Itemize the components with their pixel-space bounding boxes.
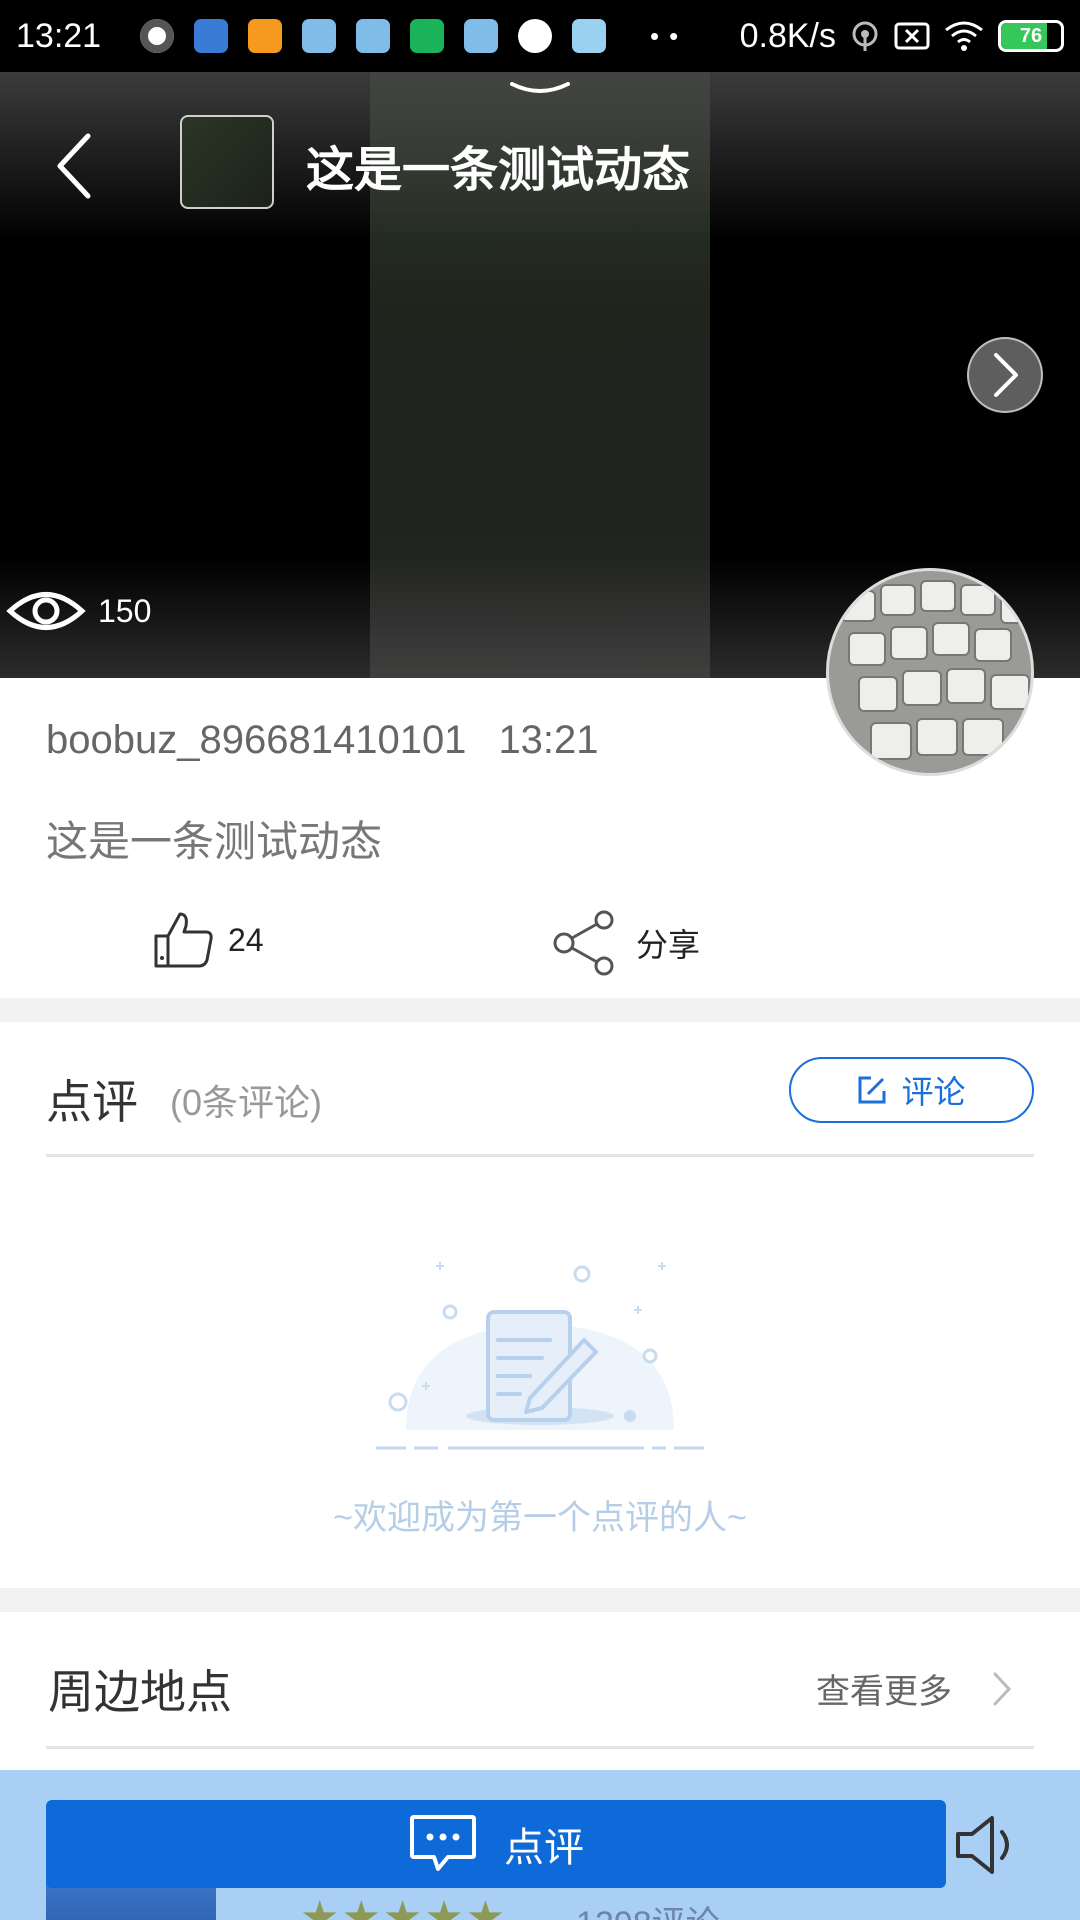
chevron-right-icon xyxy=(993,1672,1012,1705)
empty-reviews-text: ~欢迎成为第一个点评的人~ xyxy=(333,1499,747,1537)
status-time: 13:21 xyxy=(16,16,102,55)
next-image-button[interactable] xyxy=(967,337,1043,413)
telegram-icon xyxy=(302,19,336,53)
game-app-icon xyxy=(572,19,606,53)
place-rating-stars: ★★★★★ xyxy=(300,1893,508,1920)
net-speed: 0.8K/s xyxy=(739,16,836,55)
thumbs-up-icon xyxy=(154,912,213,968)
back-button[interactable] xyxy=(48,128,108,204)
telegram-icon xyxy=(356,19,390,53)
record-icon xyxy=(140,19,174,53)
view-more-link[interactable]: 查看更多 xyxy=(816,1664,1012,1713)
chevron-right-icon xyxy=(994,353,1018,397)
bottom-review-button[interactable]: 点评 xyxy=(46,1800,946,1888)
reviews-title: 点评 xyxy=(46,1076,138,1128)
reviews-count: (0条评论) xyxy=(170,1082,322,1123)
status-bar: 13:21 •• 0.8K/s 76 xyxy=(0,0,1080,72)
nearby-title: 周边地点 xyxy=(48,1666,232,1718)
post-time: 13:21 xyxy=(498,718,599,762)
hotspot-icon xyxy=(852,21,878,51)
notification-icons: •• xyxy=(140,19,688,53)
wifi-icon xyxy=(945,21,983,51)
post-text: 这是一条测试动态 xyxy=(46,818,383,865)
battery-icon: 76 xyxy=(998,20,1064,52)
view-count: 150 xyxy=(6,586,151,636)
empty-reviews-illustration xyxy=(376,1262,704,1450)
battery-level: 76 xyxy=(1019,24,1043,47)
orange-app-icon xyxy=(248,19,282,53)
hero-thumbnail[interactable] xyxy=(180,115,274,209)
author-username[interactable]: boobuz_896681410101 xyxy=(46,718,466,763)
map-pin-app-icon xyxy=(194,19,228,53)
view-count-value: 150 xyxy=(98,592,152,629)
browser-icon xyxy=(518,19,552,53)
post-meta: boobuz_896681410101 13:21 xyxy=(46,718,599,763)
post-actions: 24 分享 xyxy=(0,910,1080,990)
like-count: 24 xyxy=(228,921,264,958)
share-icon xyxy=(553,910,614,976)
keyboard-photo xyxy=(829,571,1031,773)
chat-bubble-icon xyxy=(410,1815,476,1871)
divider xyxy=(46,1154,1034,1157)
eye-icon xyxy=(6,592,86,630)
like-button[interactable]: 24 xyxy=(152,910,264,970)
share-button[interactable]: 分享 xyxy=(552,910,700,976)
wechat-icon xyxy=(410,19,444,53)
bottom-review-label: 点评 xyxy=(504,1826,584,1870)
more-notifications-icon: •• xyxy=(650,20,689,51)
speaker-icon[interactable] xyxy=(952,1812,1022,1878)
divider xyxy=(46,1746,1034,1749)
write-comment-label: 评论 xyxy=(901,1074,966,1110)
telegram-icon xyxy=(464,19,498,53)
reviews-section: 点评 (0条评论) 评论 ~欢迎成为第一个点评的人~ xyxy=(0,1022,1080,1588)
view-more-label: 查看更多 xyxy=(816,1673,952,1711)
write-comment-button[interactable]: 评论 xyxy=(789,1057,1034,1123)
no-sim-icon xyxy=(894,22,930,50)
hero-title: 这是一条测试动态 xyxy=(306,144,691,197)
author-avatar[interactable] xyxy=(826,568,1034,776)
share-label: 分享 xyxy=(636,927,701,963)
collapse-chevron-icon[interactable] xyxy=(508,80,572,100)
edit-icon xyxy=(858,1076,886,1104)
place-review-count: 1298评论 xyxy=(576,1896,720,1920)
